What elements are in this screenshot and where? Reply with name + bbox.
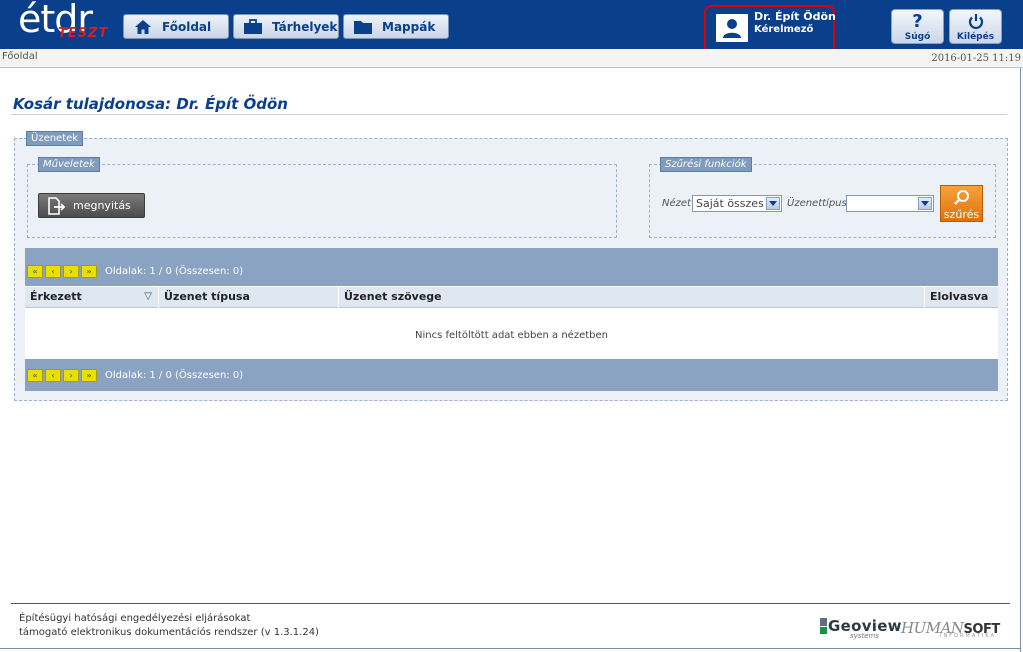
search-button-label: szűrés	[943, 208, 980, 221]
column-read[interactable]: Elolvasva	[925, 287, 998, 308]
page-title: Kosár tulajdonosa: Dr. Épít Ödön	[13, 95, 288, 113]
pager-bottom-buttons: « ‹ › »	[27, 369, 97, 382]
first-page-icon[interactable]: «	[27, 265, 43, 278]
chevron-down-icon	[918, 197, 932, 210]
current-datetime: 2016-01-25 11:19	[931, 53, 1021, 64]
search-icon	[941, 188, 982, 208]
window-bottom-border	[0, 648, 1021, 649]
pager-top: « ‹ › » Oldalak: 1 / 0 (Összesen: 0)	[25, 248, 998, 286]
logout-label: Kilépés	[956, 32, 995, 42]
column-message-type-label: Üzenet típusa	[164, 290, 250, 303]
breadcrumb-bar: Főoldal 2016-01-25 11:19	[0, 49, 1023, 68]
user-profile[interactable]: Dr. Épít Ödön Kérelmező	[704, 5, 836, 54]
nav-folders-label: Mappák	[382, 19, 436, 34]
home-icon	[132, 18, 154, 36]
logo-sub-text: TESZT	[58, 26, 109, 41]
empty-message: Nincs feltöltött adat ebben a nézetben	[415, 330, 608, 341]
user-role: Kérelmező	[754, 24, 814, 35]
footer-line-2: támogató elektronikus dokumentációs rend…	[19, 627, 319, 638]
nav-home-label: Főoldal	[162, 19, 212, 34]
geoview-logo: Geoview systems	[820, 618, 902, 640]
logout-button[interactable]: Kilépés	[949, 9, 1002, 44]
geoview-sub: systems	[850, 632, 879, 640]
power-icon	[950, 12, 1001, 32]
app-header: étdr TESZT Főoldal Tárhelyek Mappák Dr. …	[0, 0, 1023, 54]
message-type-label: Üzenettípus	[787, 198, 847, 209]
user-icon	[714, 12, 750, 44]
nav-storage-label: Tárhelyek	[272, 19, 338, 34]
column-message-text[interactable]: Üzenet szövege	[339, 287, 925, 308]
view-label: Nézet	[662, 198, 691, 209]
open-document-icon	[45, 196, 67, 215]
briefcase-icon	[242, 18, 264, 36]
window-right-border	[1020, 68, 1021, 652]
pager-bottom-info: Oldalak: 1 / 0 (Összesen: 0)	[105, 370, 244, 381]
nav-storage-button[interactable]: Tárhelyek	[233, 14, 339, 39]
pager-bottom: « ‹ › » Oldalak: 1 / 0 (Összesen: 0)	[25, 359, 998, 391]
footer-divider	[11, 603, 1010, 604]
first-page-icon[interactable]: «	[27, 369, 43, 382]
user-name: Dr. Épít Ödön	[754, 10, 836, 23]
humansoft-sub: INFORMATIKA	[940, 633, 996, 639]
geoview-mark-icon	[820, 618, 827, 634]
next-page-icon[interactable]: ›	[63, 265, 79, 278]
chevron-down-icon	[766, 197, 780, 210]
messages-legend: Üzenetek	[26, 131, 84, 146]
folder-icon	[352, 18, 374, 36]
prev-page-icon[interactable]: ‹	[45, 369, 61, 382]
column-received[interactable]: Érkezett ▽	[25, 287, 159, 308]
view-select[interactable]: Saját összes	[692, 195, 782, 212]
footer-text: Építésügyi hatósági engedélyezési eljárá…	[19, 612, 319, 640]
sort-indicator-icon: ▽	[144, 291, 152, 302]
title-divider	[11, 114, 1007, 115]
view-select-value: Saját összes	[696, 197, 764, 210]
open-button[interactable]: megnyitás	[38, 193, 145, 218]
nav-home-button[interactable]: Főoldal	[123, 14, 229, 39]
help-label: Súgó	[904, 32, 931, 42]
messages-grid: « ‹ › » Oldalak: 1 / 0 (Összesen: 0) Érk…	[25, 248, 998, 391]
operations-legend: Műveletek	[38, 157, 100, 172]
pager-top-buttons: « ‹ › »	[27, 265, 97, 278]
footer-line-1: Építésügyi hatósági engedélyezési eljárá…	[19, 613, 251, 624]
next-page-icon[interactable]: ›	[63, 369, 79, 382]
column-message-text-label: Üzenet szövege	[344, 290, 442, 303]
column-read-label: Elolvasva	[930, 290, 989, 303]
pager-top-info: Oldalak: 1 / 0 (Összesen: 0)	[105, 266, 244, 277]
last-page-icon[interactable]: »	[81, 369, 97, 382]
nav-folders-button[interactable]: Mappák	[343, 14, 449, 39]
filter-legend: Szűrési funkciók	[660, 157, 752, 172]
breadcrumb[interactable]: Főoldal	[2, 51, 38, 62]
column-message-type[interactable]: Üzenet típusa	[159, 287, 339, 308]
open-button-label: megnyitás	[73, 199, 131, 212]
message-type-select[interactable]	[846, 195, 934, 212]
search-button[interactable]: szűrés	[940, 185, 983, 222]
app-logo[interactable]: étdr TESZT	[18, 0, 110, 46]
question-icon: ?	[912, 11, 923, 32]
grid-header: Érkezett ▽ Üzenet típusa Üzenet szövege …	[25, 287, 998, 308]
last-page-icon[interactable]: »	[81, 265, 97, 278]
help-button[interactable]: ? Súgó	[891, 9, 944, 44]
column-received-label: Érkezett	[30, 290, 82, 303]
prev-page-icon[interactable]: ‹	[45, 265, 61, 278]
